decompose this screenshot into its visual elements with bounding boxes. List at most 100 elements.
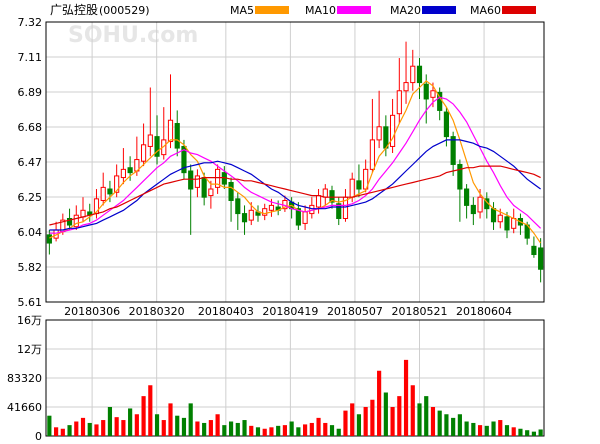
volume-bar	[437, 410, 442, 436]
candle-body	[208, 188, 214, 197]
volume-bar	[128, 408, 133, 436]
date-tick-label: 20180320	[129, 305, 185, 318]
candle-body	[46, 234, 52, 244]
volume-bar	[323, 422, 328, 436]
candle	[538, 238, 544, 283]
candle-body	[477, 196, 483, 213]
candle	[80, 197, 86, 222]
volume-bar	[101, 420, 106, 436]
volume-bar	[397, 396, 402, 436]
volume-bar	[511, 427, 516, 436]
price-tick-label: 7.32	[18, 16, 43, 29]
candle-body	[127, 167, 133, 174]
candle	[403, 41, 409, 104]
candle-body	[248, 209, 254, 221]
candle-body	[464, 188, 470, 206]
candle	[416, 58, 423, 99]
volume-bar	[477, 425, 483, 436]
candle-body	[302, 211, 308, 224]
candle-body	[100, 186, 106, 201]
chart-canvas: SOHU.com 7.32 7.11 6.89 6.68 6.47 6.25 6.04 5.8…	[7, 3, 545, 443]
volume-bar	[141, 396, 146, 436]
volume-bar	[296, 427, 301, 436]
price-tick-label: 6.47	[18, 156, 43, 169]
candle-body	[188, 170, 194, 190]
volume-bar	[383, 392, 388, 436]
volume-bar	[525, 430, 530, 436]
volume-bar	[47, 415, 52, 436]
volume-bar	[531, 431, 536, 436]
candle-body	[167, 119, 174, 143]
volume-bar	[175, 415, 180, 436]
volume-bar	[208, 420, 213, 436]
candle	[147, 87, 153, 157]
candle-body	[430, 90, 436, 98]
stock-chart: SOHU.com 7.32 7.11 6.89 6.68 6.47 6.25 6.04 5.8…	[0, 0, 600, 443]
volume-bar	[309, 422, 314, 436]
candle	[511, 208, 517, 234]
candle-body	[531, 245, 537, 256]
legend-swatch	[337, 6, 371, 14]
volume-bar	[457, 414, 462, 436]
candle-body	[376, 126, 382, 141]
volume-bar	[161, 420, 166, 436]
volume-bar	[356, 414, 362, 436]
volume-bar	[242, 420, 247, 436]
volume-bar	[336, 428, 341, 436]
volume-bar	[154, 414, 160, 436]
candle-body	[174, 123, 180, 149]
candle-body	[470, 204, 476, 215]
legend-label: MA60	[470, 4, 501, 17]
volume-bar	[430, 407, 436, 436]
volume-tick-label: 83320	[7, 372, 42, 385]
candle	[194, 169, 201, 198]
candle-body	[497, 214, 503, 223]
volume-bar	[215, 414, 220, 436]
candle	[174, 110, 180, 157]
legend-swatch	[255, 6, 289, 14]
candle	[275, 200, 281, 216]
candle-body	[201, 177, 207, 198]
volume-bar	[390, 407, 395, 436]
volume-bar	[181, 417, 187, 436]
volume-bar	[377, 370, 382, 436]
candle	[140, 123, 147, 167]
candle	[100, 172, 106, 206]
candle	[450, 131, 456, 176]
date-tick-label: 20180403	[198, 305, 254, 318]
watermark-text: SOHU.com	[68, 23, 198, 48]
candle	[53, 221, 59, 242]
candle	[322, 184, 328, 206]
volume-bar	[316, 417, 321, 436]
volume-bar	[67, 425, 72, 436]
candle	[188, 164, 194, 235]
candle-body	[511, 217, 517, 229]
volume-bar	[370, 399, 375, 436]
candle-body	[140, 144, 147, 162]
candle	[396, 58, 402, 124]
price-tick-label: 6.04	[18, 226, 43, 239]
volume-bar	[249, 425, 254, 436]
candle	[437, 87, 443, 121]
volume-bar	[114, 417, 119, 436]
candle-body	[403, 82, 409, 92]
candle-body	[315, 195, 322, 208]
volume-bar	[202, 422, 207, 436]
date-tick-label: 20180306	[64, 305, 120, 318]
volume-bar	[504, 425, 510, 436]
price-tick-label: 5.61	[18, 296, 43, 309]
legend-swatch	[422, 6, 456, 14]
candle-body	[423, 83, 429, 100]
volume-bar	[195, 421, 200, 436]
volume-bar	[471, 422, 476, 436]
candle	[215, 164, 221, 194]
volume-bar	[228, 421, 234, 436]
candle	[161, 107, 167, 160]
candle-body	[490, 208, 497, 223]
volume-bar	[262, 428, 267, 436]
candle	[241, 205, 248, 235]
candle-body	[228, 181, 234, 201]
legend-swatch	[502, 6, 536, 14]
volume-bar	[289, 421, 294, 436]
volume-bar	[107, 407, 113, 436]
